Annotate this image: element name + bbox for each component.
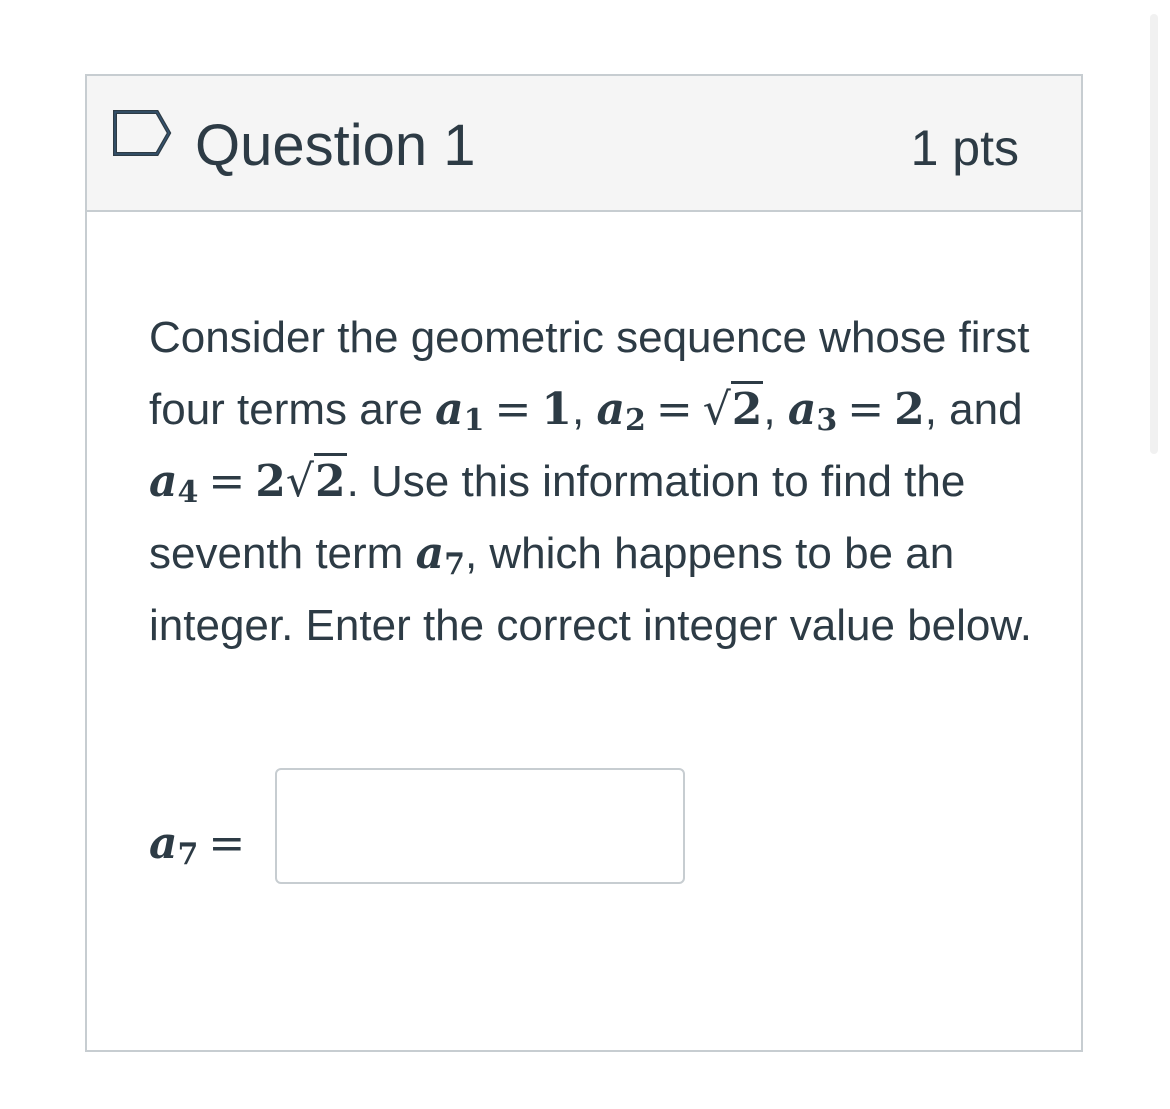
question-card: Question 1 1 pts Consider the geometric … [85, 74, 1083, 1052]
answer-input[interactable] [275, 768, 685, 884]
math-subscript: 7 [177, 837, 199, 872]
question-text: Consider the geometric sequence whose fi… [149, 302, 1039, 662]
math-coefficient: 2 [255, 456, 286, 507]
equals-sign: = [494, 384, 532, 435]
equals-sign: = [655, 384, 693, 435]
math-subscript: 4 [177, 475, 199, 510]
term-a3: a3 = 2 [787, 384, 925, 438]
answer-label: a7 = [149, 808, 255, 880]
term-a1: a1 = 1 [435, 384, 572, 438]
square-root-symbol: √ [702, 384, 731, 435]
separator: , and [924, 385, 1023, 434]
term-a7: a7 [415, 528, 465, 582]
question-header: Question 1 1 pts [87, 76, 1081, 212]
math-subscript: 7 [444, 547, 465, 582]
math-value: 1 [541, 384, 572, 435]
square-root-symbol: √ [285, 456, 314, 507]
question-title: Question 1 [195, 113, 476, 178]
math-subscript: 2 [624, 403, 646, 438]
math-variable: a [596, 384, 625, 435]
equals-sign: = [847, 384, 885, 435]
radicand: 2 [730, 381, 764, 435]
math-variable: a [415, 528, 445, 579]
math-value: 2 [894, 384, 925, 435]
math-subscript: 3 [816, 403, 838, 438]
equals-sign: = [208, 818, 246, 869]
math-variable: a [787, 384, 817, 435]
math-variable: a [435, 384, 464, 435]
equals-sign: = [208, 456, 246, 507]
radicand: 2 [313, 453, 347, 507]
term-a2: a2 = √2 [596, 381, 764, 438]
math-variable: a [149, 818, 178, 869]
question-points: 1 pts [910, 120, 1019, 176]
math-variable: a [149, 456, 178, 507]
bookmark-flag-icon[interactable] [111, 106, 175, 160]
separator: , [763, 385, 788, 434]
term-a4: a4 = 2√2 [149, 453, 347, 510]
separator: , [571, 385, 597, 434]
math-subscript: 1 [463, 403, 485, 438]
scrollbar-track[interactable] [1150, 14, 1158, 454]
